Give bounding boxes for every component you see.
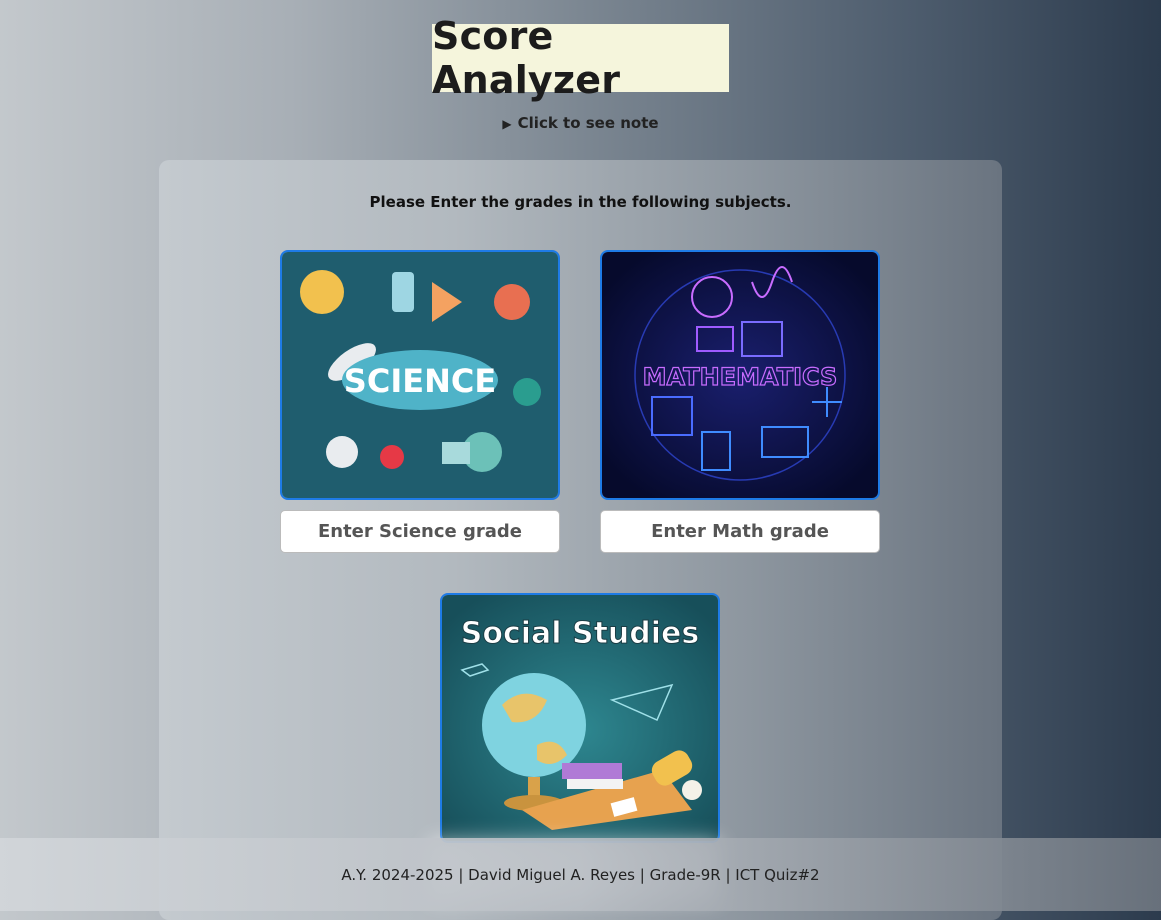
social-studies-illustration: Social Studies	[442, 595, 718, 841]
note-toggle-label: Click to see note	[517, 114, 659, 132]
footer-credits: A.Y. 2024-2025 | David Miguel A. Reyes |…	[341, 865, 820, 884]
footer: A.Y. 2024-2025 | David Miguel A. Reyes |…	[0, 838, 1161, 911]
page-title: Score Analyzer	[432, 14, 621, 102]
math-image-text: MATHEMATICS	[643, 363, 838, 391]
science-grade-input[interactable]	[280, 510, 560, 553]
math-illustration: MATHEMATICS	[602, 252, 878, 498]
social-studies-image-text: Social Studies	[461, 616, 700, 651]
title-banner: Score Analyzer	[432, 14, 729, 102]
science-image-text: SCIENCE	[344, 362, 496, 400]
triangle-right-icon: ▶	[502, 117, 512, 131]
math-image: MATHEMATICS	[600, 250, 880, 500]
science-image: SCIENCE	[280, 250, 560, 500]
science-illustration: SCIENCE	[282, 252, 558, 498]
social-studies-image: Social Studies	[440, 593, 720, 843]
note-toggle[interactable]: ▶ Click to see note	[0, 114, 1161, 132]
instructions-text: Please Enter the grades in the following…	[369, 193, 792, 211]
math-grade-input[interactable]	[600, 510, 880, 553]
